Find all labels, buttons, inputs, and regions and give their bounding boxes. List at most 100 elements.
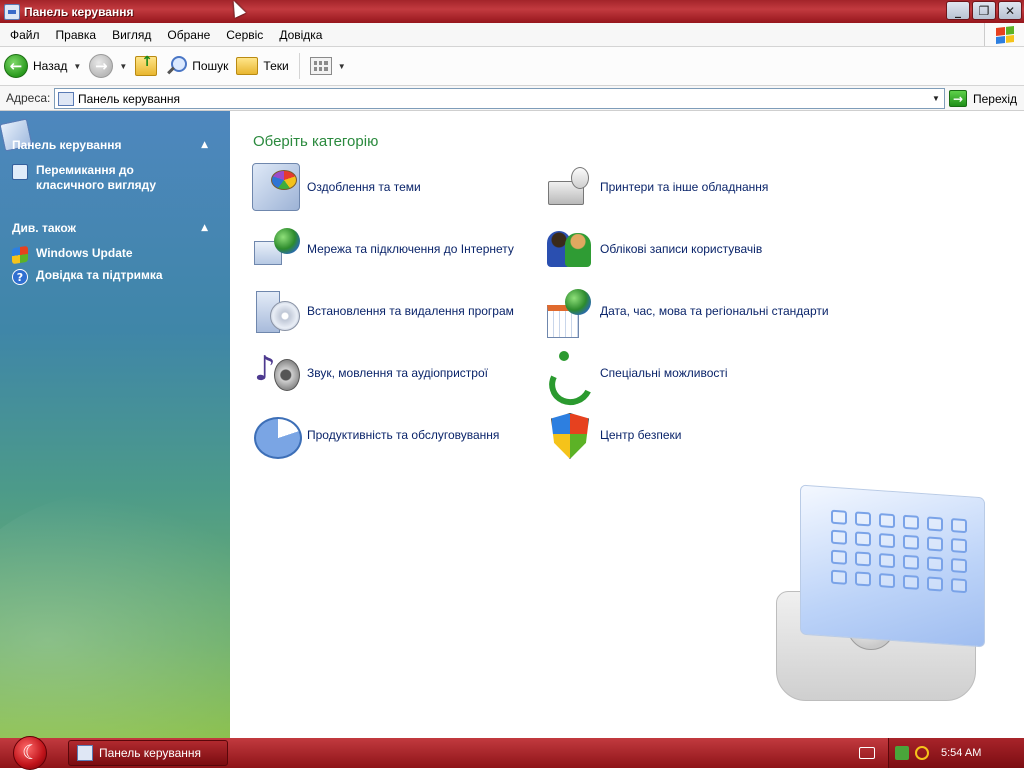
folder-up-icon xyxy=(135,54,158,76)
performance-icon xyxy=(252,411,302,459)
sidebar-item-windows-update[interactable]: Windows Update xyxy=(0,245,230,265)
category-security-center[interactable]: Центр безпеки xyxy=(545,410,681,460)
page-title: Оберіть категорію xyxy=(253,133,379,150)
control-panel-illustration xyxy=(770,484,1000,721)
search-icon xyxy=(165,55,188,77)
printers-icon xyxy=(545,163,593,211)
user-accounts-icon xyxy=(545,225,593,273)
category-label: Мережа та підключення до Інтернету xyxy=(307,242,514,256)
minimize-button[interactable]: _ xyxy=(946,1,970,20)
sidebar-item-label: Windows Update xyxy=(36,246,133,260)
close-button[interactable]: ✕ xyxy=(998,1,1022,20)
back-button[interactable]: ← Назад ▼ xyxy=(0,51,85,81)
category-label: Центр безпеки xyxy=(600,428,682,442)
forward-dropdown-icon[interactable]: ▼ xyxy=(119,62,127,71)
category-user-accounts[interactable]: Облікові записи користувачів xyxy=(545,224,762,274)
address-bar: Адреса: Панель керування ▼ → Перехід xyxy=(0,86,1024,111)
switch-view-icon xyxy=(12,164,28,180)
sidebar-background-swirl xyxy=(0,491,230,738)
category-appearance[interactable]: Оздоблення та теми xyxy=(252,162,421,212)
collapse-chevron-icon[interactable]: ▲ xyxy=(201,140,208,150)
sidebar-group-control-panel: Панель керування ▲ Перемикання до класич… xyxy=(0,135,230,193)
sidebar-item-switch-classic[interactable]: Перемикання до класичного вигляду xyxy=(0,163,230,193)
back-arrow-icon: ← xyxy=(4,54,28,78)
views-icon xyxy=(309,57,332,75)
sound-icon xyxy=(252,349,300,397)
sidebar-group-see-also: Див. також ▲ Windows Update ? Довідка та… xyxy=(0,218,230,285)
category-label: Встановлення та видалення програм xyxy=(307,304,514,318)
menu-favorites[interactable]: Обране xyxy=(159,28,218,42)
address-value: Панель керування xyxy=(78,91,181,106)
forward-button[interactable]: → ▼ xyxy=(85,51,131,81)
add-remove-programs-icon xyxy=(252,287,300,335)
category-label: Облікові записи користувачів xyxy=(600,242,763,256)
toolbar: ← Назад ▼ → ▼ Пошук Теки ▼ xyxy=(0,47,1024,86)
keyboard-icon[interactable] xyxy=(859,747,875,759)
toolbar-separator xyxy=(298,53,300,79)
sidebar-item-label: Перемикання до класичного вигляду xyxy=(36,163,157,192)
category-accessibility[interactable]: Спеціальні можливості xyxy=(545,348,728,398)
start-button[interactable] xyxy=(6,736,54,770)
help-icon: ? xyxy=(12,269,28,285)
sidebar-item-help-support[interactable]: ? Довідка та підтримка xyxy=(0,268,230,285)
folders-label: Теки xyxy=(263,59,289,73)
taskbar: Панель керування 5:54 AM xyxy=(0,736,1024,770)
control-panel-icon xyxy=(4,3,20,20)
menu-tools[interactable]: Сервіс xyxy=(218,28,271,42)
back-dropdown-icon[interactable]: ▼ xyxy=(73,62,81,71)
sidebar-header-see-also[interactable]: Див. також ▲ xyxy=(0,218,230,238)
sidebar-header-label: Панель керування xyxy=(12,138,122,152)
main-content: Оберіть категорію Оздоблення та теми Мер… xyxy=(230,111,1024,738)
address-field[interactable]: Панель керування ▼ xyxy=(54,88,945,109)
network-icon xyxy=(252,225,300,273)
folders-icon xyxy=(236,57,259,75)
clock[interactable]: 5:54 AM xyxy=(941,747,981,759)
windows-update-icon xyxy=(12,245,28,265)
collapse-chevron-icon[interactable]: ▲ xyxy=(201,223,208,233)
menu-file[interactable]: Файл xyxy=(0,28,48,42)
category-add-remove-programs[interactable]: Встановлення та видалення програм xyxy=(252,286,514,336)
category-performance[interactable]: Продуктивність та обслуговування xyxy=(252,410,499,460)
sidebar-header-control-panel[interactable]: Панель керування ▲ xyxy=(0,135,230,155)
control-panel-icon xyxy=(77,745,93,761)
sidebar-header-label: Див. також xyxy=(12,221,77,235)
sidebar-item-label: Довідка та підтримка xyxy=(36,268,163,282)
security-center-icon xyxy=(545,411,593,459)
category-label: Принтери та інше обладнання xyxy=(600,180,769,194)
views-button[interactable]: ▼ xyxy=(306,51,350,81)
go-label: Перехід xyxy=(973,91,1018,106)
menu-bar: Файл Правка Вигляд Обране Сервіс Довідка xyxy=(0,23,1024,47)
network-tray-icon[interactable] xyxy=(895,746,909,760)
category-label: Спеціальні можливості xyxy=(600,366,728,380)
taskbar-window-button[interactable]: Панель керування xyxy=(68,740,228,766)
category-printers[interactable]: Принтери та інше обладнання xyxy=(545,162,768,212)
taskbar-window-label: Панель керування xyxy=(99,746,202,760)
menu-edit[interactable]: Правка xyxy=(48,28,105,42)
start-orb-icon xyxy=(13,736,47,770)
address-label: Адреса: xyxy=(6,91,51,105)
window-title: Панель керування xyxy=(24,4,134,19)
category-label: Дата, час, мова та регіональні стандарти xyxy=(600,304,829,318)
appearance-themes-icon xyxy=(252,163,300,211)
address-dropdown-icon[interactable]: ▼ xyxy=(928,89,944,108)
menu-view[interactable]: Вигляд xyxy=(104,28,159,42)
illustration-screen xyxy=(800,484,985,648)
category-sound[interactable]: Звук, мовлення та аудіопристрої xyxy=(252,348,488,398)
go-button[interactable]: → Перехід xyxy=(949,88,1017,109)
go-arrow-icon: → xyxy=(949,90,967,107)
search-button[interactable]: Пошук xyxy=(161,51,232,81)
explorer-window: Панель керування _ ❐ ✕ Файл Правка Вигля… xyxy=(0,0,1024,738)
maximize-button[interactable]: ❐ xyxy=(972,1,996,20)
category-label: Звук, мовлення та аудіопристрої xyxy=(307,366,488,380)
search-tray-icon[interactable] xyxy=(915,746,929,760)
up-button[interactable] xyxy=(131,51,161,81)
task-pane: Панель керування ▲ Перемикання до класич… xyxy=(0,111,230,738)
views-dropdown-icon[interactable]: ▼ xyxy=(338,62,346,71)
folders-button[interactable]: Теки xyxy=(232,51,292,81)
menu-help[interactable]: Довідка xyxy=(271,28,330,42)
title-bar[interactable]: Панель керування _ ❐ ✕ xyxy=(0,0,1024,23)
category-date-time[interactable]: Дата, час, мова та регіональні стандарти xyxy=(545,286,829,338)
date-time-icon xyxy=(545,287,593,338)
category-network[interactable]: Мережа та підключення до Інтернету xyxy=(252,224,514,274)
windows-logo-icon xyxy=(984,23,1024,46)
